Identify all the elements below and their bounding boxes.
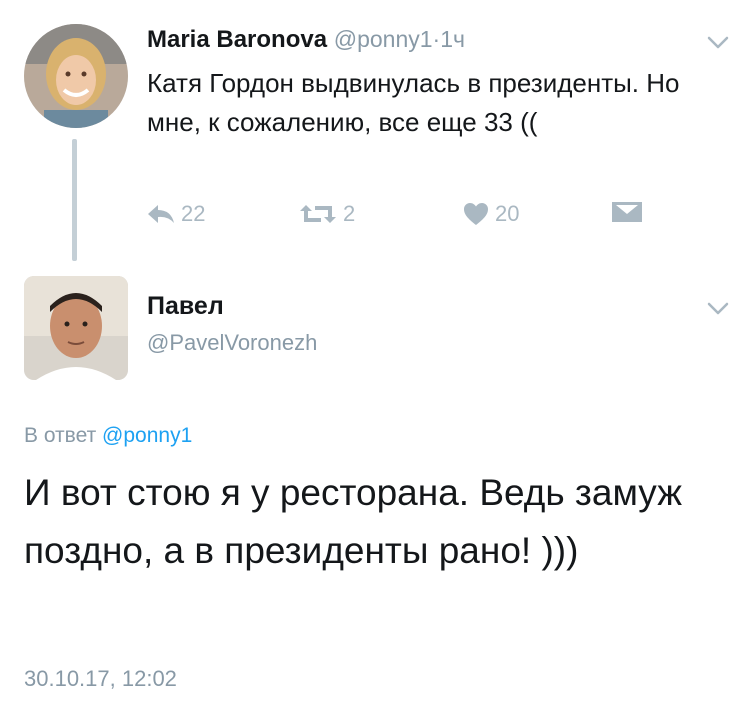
reply-icon <box>148 205 174 223</box>
retweet-icon <box>300 205 336 223</box>
like-button[interactable]: 20 <box>463 201 519 227</box>
tweet2-handle[interactable]: @PavelVoronezh <box>147 330 317 356</box>
like-count: 20 <box>495 201 520 226</box>
heart-icon <box>464 203 488 225</box>
retweet-button[interactable]: 2 <box>299 201 355 227</box>
reply-count: 22 <box>181 201 206 226</box>
avatar-maria-baronova[interactable] <box>24 24 128 128</box>
direct-message-button[interactable] <box>611 201 643 223</box>
tweet1-header: Maria Baronova @ponny1·1ч <box>147 26 465 54</box>
tweet1-text: Катя Гордон выдвинулась в президенты. Но… <box>147 68 680 137</box>
envelope-icon <box>612 202 642 222</box>
reply-to-link[interactable]: @ponny1 <box>102 424 192 447</box>
chevron-down-icon[interactable] <box>707 302 729 316</box>
reply-context: В ответ @ponny1 <box>24 424 192 448</box>
chevron-down-icon[interactable] <box>707 36 729 50</box>
reply-button[interactable]: 22 <box>147 201 205 227</box>
tweet1-handle[interactable]: @ponny1 <box>334 26 433 52</box>
avatar-pavel[interactable] <box>24 276 128 380</box>
retweet-count: 2 <box>343 201 356 226</box>
tweet2-timestamp[interactable]: 30.10.17, 12:02 <box>24 666 177 692</box>
tweet2-author-name[interactable]: Павел <box>147 292 224 321</box>
thread-connector-line <box>72 139 77 261</box>
tweet1-time[interactable]: 1ч <box>440 26 465 52</box>
tweet1-author-name[interactable]: Maria Baronova <box>147 26 327 53</box>
reply-context-prefix: В ответ <box>24 424 97 447</box>
tweet2-text: И вот стою я у ресторана. Ведь замуж поз… <box>24 472 682 571</box>
